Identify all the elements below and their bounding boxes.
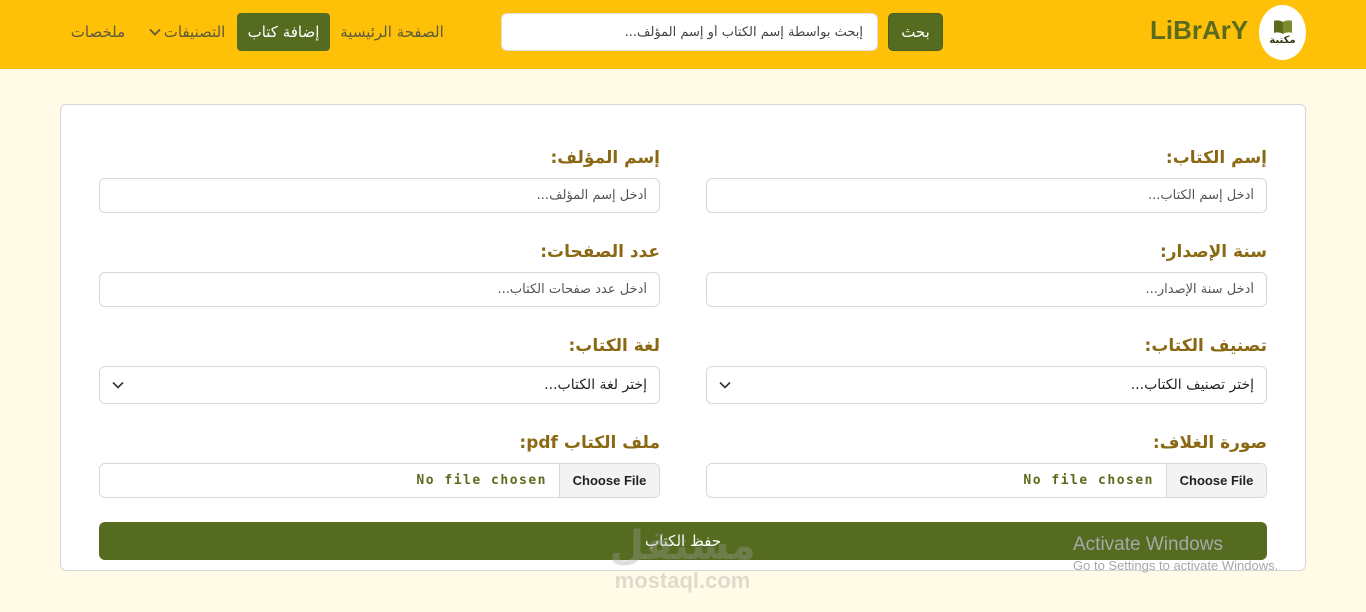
chevron-down-icon <box>149 28 161 36</box>
cover-file-status: No file chosen <box>1023 473 1154 488</box>
category-select[interactable]: إختر تصنيف الكتاب... <box>706 366 1267 404</box>
nav-summaries-link[interactable]: ملخصات <box>68 13 128 51</box>
author-name-input[interactable] <box>99 178 660 213</box>
page-count-input[interactable] <box>99 272 660 307</box>
site-logo[interactable]: مكتبة <box>1259 5 1306 60</box>
watermark-arabic: مستقل <box>609 523 756 569</box>
language-selected-value: إختر لغة الكتاب... <box>544 377 647 393</box>
book-name-input[interactable] <box>706 178 1267 213</box>
pdf-file-label: ملف الكتاب pdf: <box>519 433 660 453</box>
nav-categories-label: التصنيفات <box>163 23 226 41</box>
search-input[interactable] <box>501 13 878 51</box>
category-label: تصنيف الكتاب: <box>1144 336 1267 356</box>
chevron-down-icon <box>112 381 124 389</box>
top-navbar: مكتبة LiBrArY بحث الصفحة الرئيسية إضافة … <box>0 0 1366 69</box>
language-label: لغة الكتاب: <box>568 336 660 356</box>
page-count-label: عدد الصفحات: <box>540 242 660 262</box>
cover-image-label: صورة الغلاف: <box>1152 433 1267 453</box>
activate-subtitle: Go to Settings to activate Windows. <box>1073 558 1279 573</box>
brand-title[interactable]: LiBrArY <box>1150 12 1250 48</box>
activate-title: Activate Windows <box>1073 534 1223 555</box>
nav-add-book-link[interactable]: إضافة كتاب <box>237 13 330 51</box>
chevron-down-icon <box>719 381 731 389</box>
pdf-file-status: No file chosen <box>416 473 547 488</box>
pdf-file-input[interactable]: No file chosen Choose File <box>99 463 660 498</box>
logo-text: مكتبة <box>1269 35 1296 46</box>
cover-image-file-input[interactable]: No file chosen Choose File <box>706 463 1267 498</box>
language-select[interactable]: إختر لغة الكتاب... <box>99 366 660 404</box>
release-year-label: سنة الإصدار: <box>1159 242 1267 262</box>
activate-windows-notice: Activate Windows Go to Settings to activ… <box>1073 534 1278 576</box>
nav-categories-dropdown[interactable]: التصنيفات <box>143 13 231 51</box>
nav-home-link[interactable]: الصفحة الرئيسية <box>338 13 446 51</box>
category-selected-value: إختر تصنيف الكتاب... <box>1130 377 1254 393</box>
book-icon <box>1273 20 1292 34</box>
mostaql-watermark: مستقل mostaql.com <box>600 522 765 602</box>
book-name-label: إسم الكتاب: <box>1165 148 1267 168</box>
pdf-choose-file-button[interactable]: Choose File <box>559 464 659 497</box>
release-year-input[interactable] <box>706 272 1267 307</box>
author-name-label: إسم المؤلف: <box>550 148 661 168</box>
cover-choose-file-button[interactable]: Choose File <box>1166 464 1266 497</box>
search-button[interactable]: بحث <box>888 13 943 51</box>
watermark-english: mostaql.com <box>614 568 751 593</box>
